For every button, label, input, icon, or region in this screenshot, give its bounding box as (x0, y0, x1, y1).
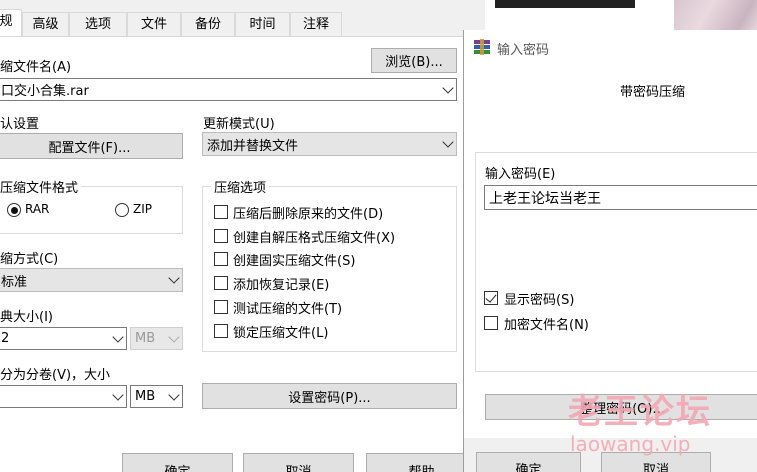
checkbox-solid-label: 创建固实压缩文件(S) (233, 254, 356, 269)
chevron-down-icon (112, 388, 124, 401)
checkbox-test[interactable] (214, 300, 228, 314)
checkbox-recovery-label: 添加恢复记录(E) (233, 278, 330, 293)
password-label: 输入密码(E) (485, 167, 556, 182)
cancel-button[interactable]: 取消 (243, 453, 354, 472)
radio-zip[interactable] (115, 203, 129, 217)
radio-rar-label: RAR (25, 202, 50, 216)
password-dialog-title: 输入密码 (497, 43, 550, 58)
background-image (674, 0, 757, 30)
help-button[interactable]: 帮助 (366, 453, 477, 472)
checkbox-test-label: 测试压缩的文件(T) (233, 302, 343, 317)
password-input[interactable]: 上老王论坛当老王 (484, 185, 757, 210)
checkbox-delete-after-label: 压缩后删除原来的文件(D) (233, 207, 384, 222)
background-dark-bar (495, 0, 635, 8)
chevron-down-icon (442, 136, 454, 148)
archive-name-combo[interactable]: 口交小合集.rar (0, 78, 457, 101)
chevron-down-icon (168, 330, 180, 343)
tab-advanced[interactable]: 高级 (22, 12, 69, 37)
checkbox-recovery[interactable] (214, 276, 228, 290)
dictionary-unit-combo: MB (130, 327, 183, 350)
split-volumes-combo[interactable] (0, 385, 127, 408)
watermark-text: 老王论坛 (568, 392, 712, 432)
checkbox-delete-after[interactable] (214, 205, 228, 219)
compression-options-label: 压缩选项 (211, 177, 270, 196)
default-settings-label: 认设置 (0, 117, 40, 132)
radio-rar[interactable] (7, 203, 21, 217)
chevron-down-icon (442, 81, 454, 94)
dictionary-size-combo[interactable]: 2 (0, 327, 127, 350)
dictionary-size-label: 典大小(I) (0, 310, 53, 325)
chevron-down-icon (112, 330, 124, 343)
browse-button[interactable]: 浏览(B)... (371, 48, 457, 73)
checkbox-encrypt-filenames-label: 加密文件名(N) (504, 318, 589, 333)
checkbox-lock-label: 锁定压缩文件(L) (233, 326, 329, 341)
chevron-down-icon (168, 272, 180, 284)
password-dialog-heading: 带密码压缩 (620, 85, 686, 100)
archive-format-label: 压缩文件格式 (0, 177, 82, 196)
tab-options[interactable]: 选项 (69, 12, 127, 37)
checkbox-show-password-label: 显示密码(S) (504, 293, 575, 308)
profile-button[interactable]: 配置文件(F)... (0, 133, 183, 159)
tab-backup[interactable]: 备份 (181, 12, 235, 37)
radio-zip-label: ZIP (133, 202, 152, 216)
update-mode-combo[interactable]: 添加并替换文件 (202, 132, 457, 156)
checkbox-solid[interactable] (214, 252, 228, 266)
watermark-url: laowang.vip (570, 432, 691, 456)
tab-files[interactable]: 文件 (127, 12, 181, 37)
checkbox-lock[interactable] (214, 324, 228, 338)
compression-method-label: 缩方式(C) (0, 252, 59, 267)
checkbox-encrypt-filenames[interactable] (484, 316, 498, 330)
checkbox-sfx[interactable] (214, 229, 228, 243)
tab-comment[interactable]: 注释 (290, 12, 342, 37)
tab-bar: 规 高级 选项 文件 备份 时间 注释 (0, 0, 485, 37)
tab-time[interactable]: 时间 (235, 12, 290, 37)
checkbox-show-password[interactable] (484, 291, 498, 305)
archive-name-label: 缩文件名(A) (0, 60, 72, 75)
set-password-button[interactable]: 设置密码(P)... (202, 383, 457, 409)
dialog-ok-button[interactable]: 确定 (476, 452, 581, 472)
compression-method-combo[interactable]: 标准 (0, 268, 183, 292)
ok-button[interactable]: 确定 (122, 453, 233, 472)
checkbox-sfx-label: 创建自解压格式压缩文件(X) (233, 231, 396, 246)
chevron-down-icon (168, 388, 180, 401)
tab-general[interactable]: 规 (0, 9, 22, 37)
winrar-icon (473, 38, 491, 56)
update-mode-label: 更新模式(U) (203, 117, 275, 132)
split-volumes-label: 分为分卷(V)，大小 (0, 368, 111, 383)
split-unit-combo[interactable]: MB (130, 385, 183, 408)
